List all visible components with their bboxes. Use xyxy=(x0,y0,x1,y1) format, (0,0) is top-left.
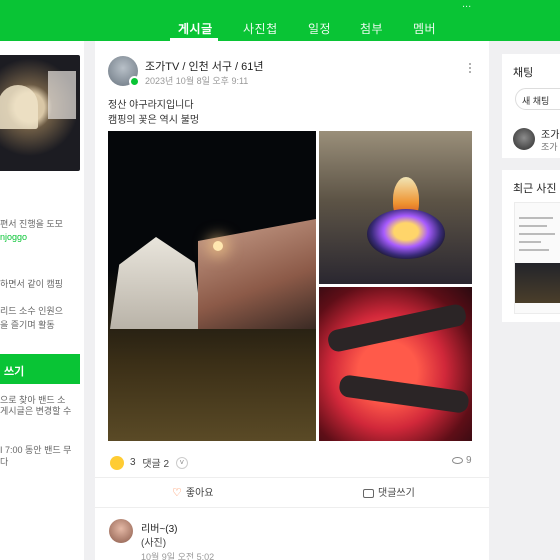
tab-posts[interactable]: 게시글 xyxy=(178,20,213,37)
chat-room-preview: 조가 xyxy=(541,142,558,152)
view-count: 9 xyxy=(452,455,472,466)
stove-shape xyxy=(367,209,445,259)
author-avatar[interactable] xyxy=(108,56,140,87)
chat-title: 채팅 xyxy=(513,67,534,79)
top-navigation-bar: ... 게시글 사진첩 일정 첨부 멤버 xyxy=(0,0,560,41)
online-badge-icon xyxy=(129,76,140,87)
comment-label: 댓글쓰기 xyxy=(378,488,415,499)
write-post-button[interactable]: 쓰기 xyxy=(0,354,80,384)
reaction-count: 3 xyxy=(130,457,136,468)
write-comment-button[interactable]: 댓글쓰기 xyxy=(363,484,415,499)
divider xyxy=(95,477,489,478)
band-cover-photo[interactable] xyxy=(0,55,80,171)
tent-image xyxy=(48,71,76,119)
post-photo-fire[interactable] xyxy=(319,287,472,441)
band-description-4: 을 즐기며 활동 xyxy=(0,320,55,330)
view-count-value: 9 xyxy=(466,455,472,466)
more-options-icon[interactable] xyxy=(467,63,473,77)
divider xyxy=(95,507,489,508)
top-right-menu[interactable]: ... xyxy=(462,0,471,10)
comment-text: (사진) xyxy=(141,538,167,549)
commenter-avatar[interactable] xyxy=(109,519,133,543)
dome-tent-shape xyxy=(110,237,202,329)
eye-icon xyxy=(452,456,463,464)
tab-attachments[interactable]: 첨부 xyxy=(360,20,383,37)
log-shape xyxy=(338,374,470,414)
post-timestamp: 2023년 10월 8일 오후 9:11 xyxy=(145,76,249,86)
tab-photos[interactable]: 사진첩 xyxy=(243,20,278,37)
band-info-sidebar: 편서 진행을 도모 njoggo 하면서 같이 캠핑 리드 소수 인원으 을 즐… xyxy=(0,41,84,560)
comment-icon xyxy=(363,488,374,498)
chevron-down-icon[interactable]: ˅ xyxy=(175,456,188,469)
post-author[interactable]: 조가TV / 인천 서구 / 61년 xyxy=(145,58,264,74)
band-link[interactable]: njoggo xyxy=(0,232,27,242)
post-photo-campsite[interactable] xyxy=(108,131,316,441)
like-label: 좋아요 xyxy=(185,488,214,499)
chat-avatar[interactable] xyxy=(513,128,535,150)
lantern-light xyxy=(213,241,223,251)
recent-photos-panel: 최근 사진 xyxy=(502,170,560,322)
recent-photos-title: 최근 사진 xyxy=(513,183,557,195)
band-description-2: 하면서 같이 캠핑 xyxy=(0,279,63,289)
post-card: 조가TV / 인천 서구 / 61년 2023년 10월 8일 오후 9:11 … xyxy=(95,41,489,560)
chat-panel: 채팅 새 채팅 조가 조가 xyxy=(502,54,560,158)
emoji-reaction-icon xyxy=(110,455,124,470)
comment-timestamp: 10월 9일 오전 5:02 xyxy=(141,552,215,560)
new-chat-button[interactable]: 새 채팅 xyxy=(515,88,560,110)
post-body-line-2: 캠핑의 꽃은 역시 불멍 xyxy=(108,115,200,126)
comment-count[interactable]: 댓글 2 xyxy=(142,459,169,470)
tab-members[interactable]: 멤버 xyxy=(413,20,436,37)
band-description: 편서 진행을 도모 xyxy=(0,219,63,229)
dome-tent-image xyxy=(0,85,38,129)
awning-shape xyxy=(198,219,316,329)
chat-room-name[interactable]: 조가 xyxy=(541,126,559,141)
post-body-line-1: 정산 야구라지입니다 xyxy=(108,100,194,111)
notice-text-2: 게시글은 변경할 수 xyxy=(0,406,72,416)
notice-text-4: 다 xyxy=(0,457,9,467)
commenter-name[interactable]: 리버~(3) xyxy=(141,520,177,535)
reaction-summary[interactable]: 3 댓글 2 ˅ xyxy=(110,455,188,470)
band-description-3: 리드 소수 인원으 xyxy=(0,306,63,316)
like-button[interactable]: ♡ 좋아요 xyxy=(172,484,213,499)
log-shape xyxy=(326,302,468,354)
heart-icon: ♡ xyxy=(172,487,182,499)
recent-photo-thumbnail[interactable] xyxy=(514,202,560,314)
post-photo-stove[interactable] xyxy=(319,131,472,284)
tab-schedule[interactable]: 일정 xyxy=(308,20,331,37)
new-chat-label: 새 채팅 xyxy=(522,96,550,106)
notice-text-3: I 7:00 동안 밴드 무 xyxy=(0,445,72,455)
